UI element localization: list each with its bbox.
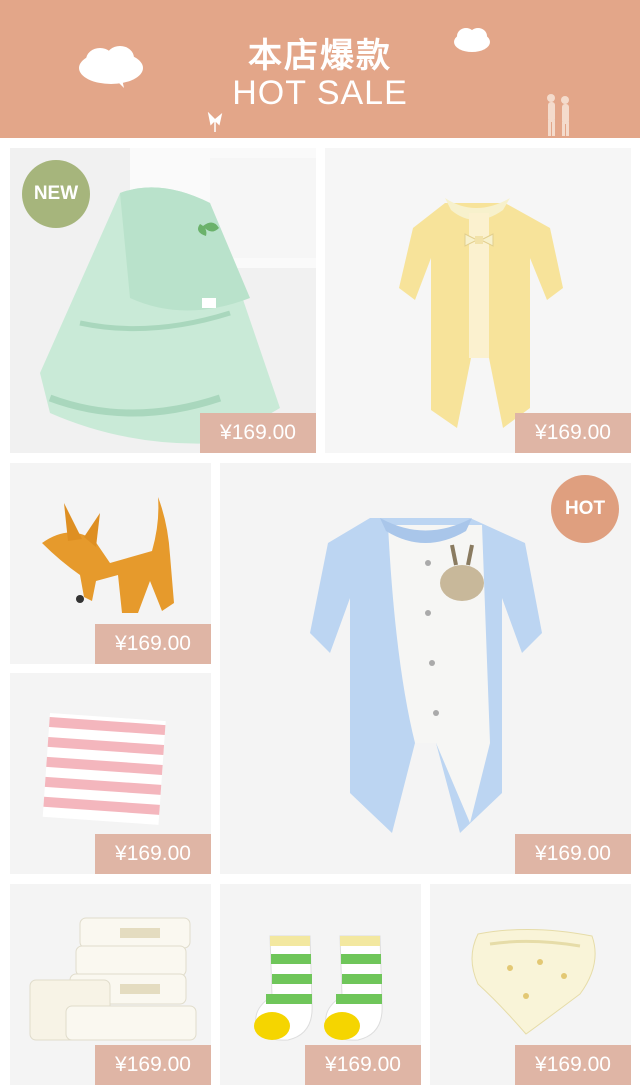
price-tag: ¥169.00 <box>95 624 211 664</box>
price-tag: ¥169.00 <box>305 1045 421 1085</box>
butterfly-icon <box>207 112 223 132</box>
yellow-romper-image <box>399 198 563 428</box>
hot-badge: HOT <box>551 475 619 543</box>
banner-title-en: HOT SALE <box>232 74 408 112</box>
product-card-cloth-diaper[interactable]: ¥169.00 <box>430 884 631 1085</box>
new-badge: NEW <box>22 160 90 228</box>
product-card-blue-romper[interactable]: HOT ¥169.00 <box>220 463 631 874</box>
product-card-striped-towel[interactable]: ¥169.00 <box>10 673 211 874</box>
hot-sale-banner: 本店爆款 HOT SALE <box>0 0 640 138</box>
product-card-baby-wipes[interactable]: ¥169.00 <box>10 884 211 1085</box>
price-tag: ¥169.00 <box>515 834 631 874</box>
price-tag: ¥169.00 <box>515 413 631 453</box>
product-card-yellow-romper[interactable]: ¥169.00 <box>325 148 631 453</box>
product-card-fox-plush-toy[interactable]: ¥169.00 <box>10 463 211 664</box>
price-tag: ¥169.00 <box>515 1045 631 1085</box>
price-tag: ¥169.00 <box>95 1045 211 1085</box>
banner-title-cn: 本店爆款 <box>248 37 392 75</box>
price-tag: ¥169.00 <box>95 834 211 874</box>
product-card-striped-socks[interactable]: ¥169.00 <box>220 884 421 1085</box>
product-card-swaddle-blanket[interactable]: NEW ¥169.00 <box>10 148 316 453</box>
price-tag: ¥169.00 <box>200 413 316 453</box>
